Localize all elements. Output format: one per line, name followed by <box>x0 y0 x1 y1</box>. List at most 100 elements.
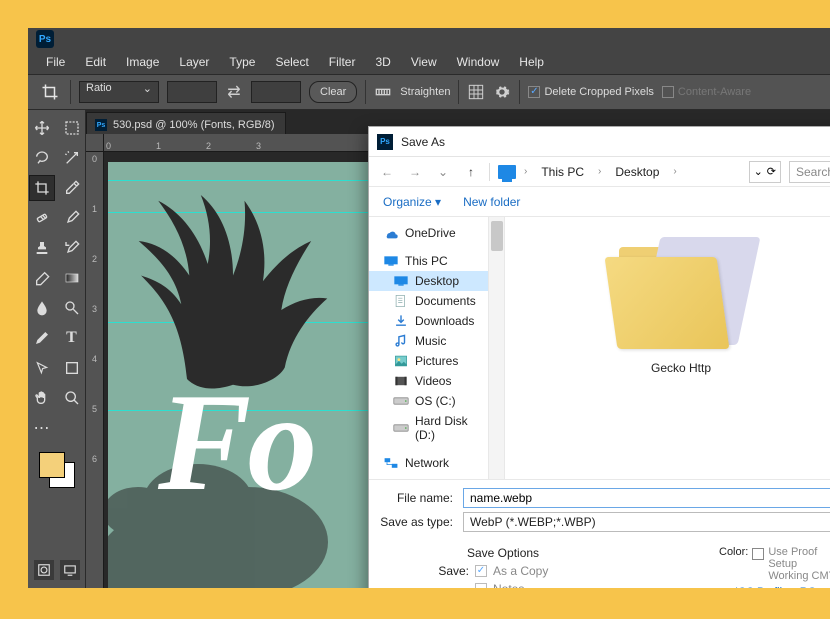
straighten-icon[interactable] <box>374 83 392 101</box>
delete-cropped-checkbox[interactable]: Delete Cropped Pixels <box>528 86 653 98</box>
tree-network[interactable]: Network <box>369 453 488 473</box>
wand-tool-icon[interactable] <box>60 146 84 170</box>
tree-music[interactable]: Music <box>369 331 488 351</box>
menu-3d[interactable]: 3D <box>365 51 400 73</box>
menu-edit[interactable]: Edit <box>75 51 116 73</box>
tree-this-pc[interactable]: This PC <box>369 251 488 271</box>
lasso-tool-icon[interactable] <box>30 146 54 170</box>
quick-mask-icon[interactable] <box>34 560 54 580</box>
content-aware-checkbox: Content-Aware <box>662 86 751 98</box>
notes-checkbox <box>475 583 487 588</box>
ps-file-icon: Ps <box>377 134 393 150</box>
straighten-label[interactable]: Straighten <box>400 86 450 98</box>
move-tool-icon[interactable] <box>30 116 54 140</box>
type-tool-icon[interactable]: T <box>60 326 84 350</box>
notes-label: Notes <box>493 582 524 588</box>
foreground-color-swatch[interactable] <box>39 452 65 478</box>
menu-image[interactable]: Image <box>116 51 169 73</box>
pc-icon <box>498 165 516 179</box>
tool-panel: T ⋯ <box>28 110 86 588</box>
menu-file[interactable]: File <box>36 51 75 73</box>
dodge-tool-icon[interactable] <box>60 296 84 320</box>
zoom-tool-icon[interactable] <box>60 386 84 410</box>
gear-icon[interactable] <box>493 83 511 101</box>
nav-back-icon[interactable]: ← <box>377 162 397 182</box>
dialog-nav: ← → ⌄ ↑ › This PC › Desktop › ⌄⟳ Search <box>369 157 830 187</box>
options-bar: Ratio ⌄ ⇄ Clear Straighten Delete Croppe… <box>28 74 830 110</box>
folder-item[interactable]: Gecko Http <box>603 239 759 375</box>
grid-overlay-icon[interactable] <box>467 83 485 101</box>
divider <box>458 80 459 104</box>
tree-documents[interactable]: Documents <box>369 291 488 311</box>
file-name-label: File name: <box>369 491 463 505</box>
save-label: Save: <box>435 564 469 578</box>
menu-type[interactable]: Type <box>219 51 265 73</box>
file-name-input[interactable] <box>463 488 830 508</box>
nav-refresh[interactable]: ⌄⟳ <box>749 161 781 183</box>
color-swatches[interactable] <box>37 450 77 490</box>
blur-tool-icon[interactable] <box>30 296 54 320</box>
tree-hdd[interactable]: Hard Disk (D:) <box>369 411 488 445</box>
crop-tool-icon[interactable] <box>30 176 54 200</box>
menu-filter[interactable]: Filter <box>319 51 366 73</box>
tree-videos[interactable]: Videos <box>369 371 488 391</box>
crumb-desktop[interactable]: Desktop <box>609 165 665 179</box>
stamp-tool-icon[interactable] <box>30 236 54 260</box>
menu-select[interactable]: Select <box>265 51 318 73</box>
save-type-label: Save as type: <box>369 515 463 529</box>
shape-tool-icon[interactable] <box>60 356 84 380</box>
ratio-select[interactable]: Ratio ⌄ <box>79 81 159 103</box>
crop-width-input[interactable] <box>167 81 217 103</box>
save-type-select[interactable]: WebP (*.WEBP;*.WBP)⌄ <box>463 512 830 532</box>
crop-height-input[interactable] <box>251 81 301 103</box>
tree-downloads[interactable]: Downloads <box>369 311 488 331</box>
checkbox-icon <box>528 86 540 98</box>
icc-profile-link[interactable]: ICC Profile: sRG <box>735 586 816 588</box>
use-proof-label: Use Proof Setup <box>768 546 817 570</box>
ruler-corner <box>86 134 104 152</box>
tree-os-drive[interactable]: OS (C:) <box>369 391 488 411</box>
menu-window[interactable]: Window <box>447 51 510 73</box>
artwork-text: Fo <box>158 362 313 523</box>
history-brush-tool-icon[interactable] <box>60 236 84 260</box>
gradient-tool-icon[interactable] <box>60 266 84 290</box>
organize-button[interactable]: Organize ▾ <box>383 195 441 209</box>
path-select-tool-icon[interactable] <box>30 356 54 380</box>
document-tab[interactable]: Ps 530.psd @ 100% (Fonts, RGB/8) <box>86 112 286 134</box>
ps-logo-icon: Ps <box>36 30 54 48</box>
tree-desktop[interactable]: Desktop <box>369 271 488 291</box>
titlebar: Ps <box>28 28 830 50</box>
edit-toolbar-icon[interactable]: ⋯ <box>30 416 54 440</box>
search-input[interactable]: Search <box>789 161 830 183</box>
use-proof-checkbox <box>752 548 764 560</box>
nav-recent-icon[interactable]: ⌄ <box>433 162 453 182</box>
heal-tool-icon[interactable] <box>30 206 54 230</box>
marquee-tool-icon[interactable] <box>60 116 84 140</box>
menu-help[interactable]: Help <box>509 51 554 73</box>
tree-scrollbar[interactable] <box>489 217 505 479</box>
ruler-vertical[interactable]: 0123456 <box>86 152 104 588</box>
crumb-this-pc[interactable]: This PC <box>535 165 590 179</box>
crop-tool-icon[interactable] <box>38 80 62 104</box>
eyedropper-tool-icon[interactable] <box>60 176 84 200</box>
tree-pictures[interactable]: Pictures <box>369 351 488 371</box>
hand-tool-icon[interactable] <box>30 386 54 410</box>
file-pane[interactable]: Gecko Http <box>505 217 830 479</box>
new-folder-button[interactable]: New folder <box>463 195 520 209</box>
screen-mode-icon[interactable] <box>60 560 80 580</box>
photoshop-window: Ps File Edit Image Layer Type Select Fil… <box>28 28 830 588</box>
save-as-dialog: Ps Save As ← → ⌄ ↑ › This PC › Desktop ›… <box>368 126 830 588</box>
dialog-titlebar: Ps Save As <box>369 127 830 157</box>
save-options-label: Save Options <box>467 546 703 560</box>
tree-onedrive[interactable]: OneDrive <box>369 223 488 243</box>
divider <box>519 80 520 104</box>
brush-tool-icon[interactable] <box>60 206 84 230</box>
swap-icon[interactable]: ⇄ <box>225 83 243 101</box>
eraser-tool-icon[interactable] <box>30 266 54 290</box>
nav-up-icon[interactable]: ↑ <box>461 162 481 182</box>
as-copy-label: As a Copy <box>493 564 548 578</box>
menu-view[interactable]: View <box>401 51 447 73</box>
clear-button[interactable]: Clear <box>309 81 357 103</box>
menu-layer[interactable]: Layer <box>169 51 219 73</box>
pen-tool-icon[interactable] <box>30 326 54 350</box>
